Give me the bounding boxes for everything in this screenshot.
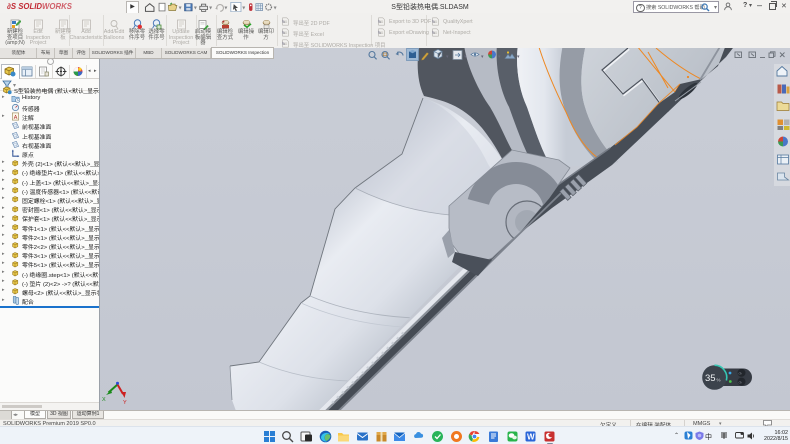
svg-text:A: A: [14, 115, 18, 121]
svg-text:Y: Y: [123, 400, 127, 406]
svg-text:▾: ▾: [242, 5, 245, 11]
svg-text:W: W: [527, 433, 535, 442]
svg-text:▾: ▾: [179, 5, 182, 11]
svg-text:▾: ▾: [194, 5, 197, 11]
svg-text:%: %: [717, 378, 721, 383]
svg-text:35: 35: [705, 373, 716, 384]
svg-text:▾: ▾: [209, 5, 212, 11]
svg-text:X: X: [102, 397, 106, 403]
svg-text:▾: ▾: [224, 5, 227, 11]
svg-text:▾: ▾: [274, 5, 277, 11]
